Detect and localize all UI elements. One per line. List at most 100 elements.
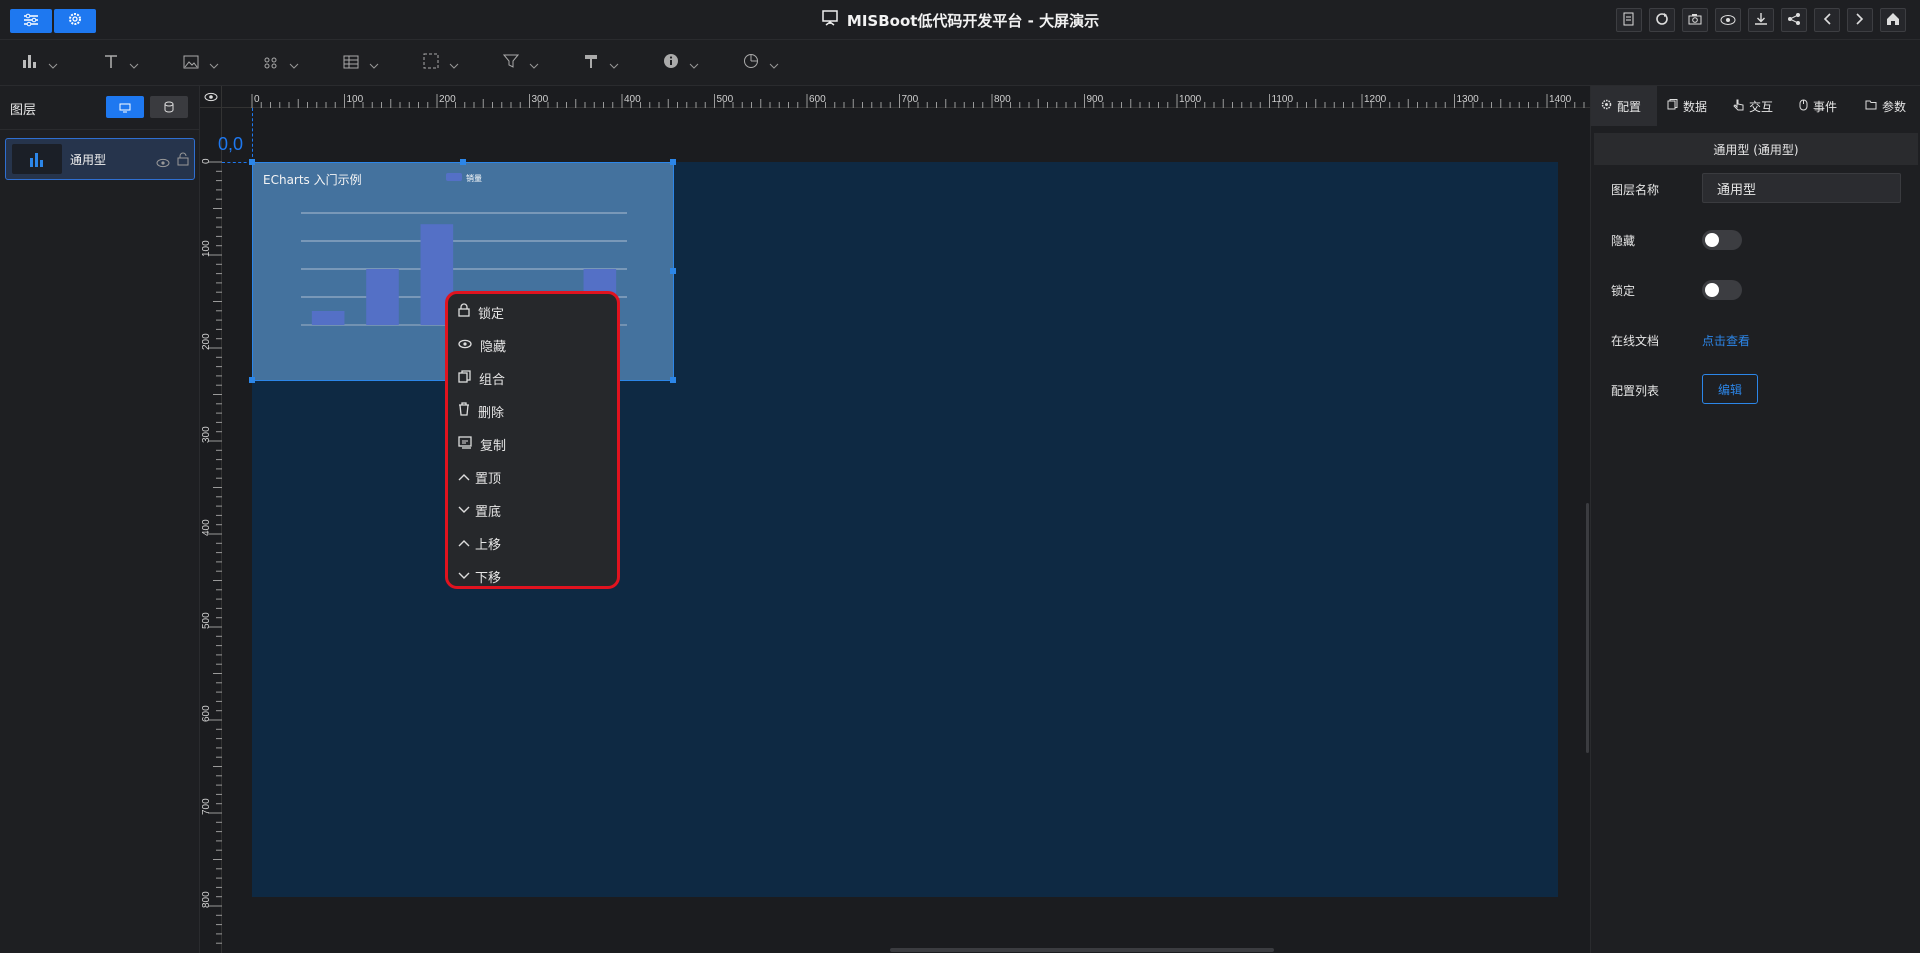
ruler-label: 100 — [347, 94, 364, 105]
menu-item-move-down[interactable]: 下移 — [458, 563, 608, 589]
menu-item-label: 组合 — [479, 372, 506, 388]
border-frame-icon — [423, 53, 439, 73]
ruler-label: 900 — [1087, 94, 1104, 105]
settings-gear-button[interactable] — [54, 9, 96, 33]
ruler-visibility-toggle[interactable] — [200, 86, 222, 108]
hide-toggle[interactable] — [1702, 230, 1742, 250]
menu-item-bring-to-top[interactable]: 置顶 — [458, 464, 608, 490]
unlock-icon[interactable] — [177, 151, 189, 170]
menu-item-move-up[interactable]: 上移 — [458, 530, 608, 556]
ruler-top-ticks: 0 100 200 300 400 500 600 700 800 900 1000 1100 1200… — [251, 94, 1585, 108]
preview-button[interactable] — [1715, 8, 1741, 32]
ruler-label: 0 — [254, 94, 260, 105]
component-grid-tool[interactable] — [251, 40, 311, 86]
ruler-label: 700 — [201, 798, 212, 815]
tab-params[interactable]: 参数 — [1855, 86, 1916, 126]
chart-icon — [22, 53, 38, 73]
eye-icon[interactable] — [156, 153, 170, 172]
component-grid-icon — [263, 54, 279, 73]
lock-toggle[interactable] — [1702, 280, 1742, 300]
context-menu: 锁定 隐藏 组合 删除 复制 置顶 置底 上移 下移 — [445, 291, 620, 589]
tab-interaction[interactable]: 交互 — [1723, 86, 1783, 126]
menu-item-lock[interactable]: 锁定 — [458, 299, 608, 325]
ruler-label: 400 — [201, 519, 212, 536]
menu-item-hide[interactable]: 隐藏 — [458, 332, 608, 358]
tab-events[interactable]: 事件 — [1789, 86, 1847, 126]
menu-item-group[interactable]: 组合 — [458, 365, 608, 391]
bar-chart-icon — [12, 144, 62, 174]
component-toolbar — [0, 40, 1920, 124]
ruler-left[interactable]: 0 100 200 300 400 500 600 700 800 — [200, 108, 222, 953]
eye-icon — [1720, 11, 1736, 30]
tab-label: 配置 — [1617, 99, 1642, 114]
monitor-icon — [119, 98, 131, 117]
menu-item-label: 锁定 — [478, 306, 505, 322]
camera-icon — [1688, 11, 1702, 30]
image-icon — [183, 54, 199, 73]
layer-name-input[interactable]: 通用型 — [1702, 173, 1901, 203]
hammer-tool[interactable] — [571, 40, 631, 86]
download-button[interactable] — [1748, 8, 1774, 32]
chevron-down-icon — [449, 54, 459, 73]
layer-view-data-button[interactable] — [150, 96, 188, 118]
ruler-label: 1100 — [1272, 94, 1294, 105]
home-button[interactable] — [1880, 8, 1906, 32]
tab-label: 交互 — [1749, 99, 1774, 114]
text-tool[interactable] — [91, 40, 151, 86]
chevron-right-icon — [1855, 11, 1865, 30]
settings-sliders-button[interactable] — [10, 9, 52, 33]
ruler-label: 1000 — [1179, 94, 1202, 105]
undo-button[interactable] — [1814, 8, 1840, 32]
hide-label: 隐藏 — [1611, 234, 1636, 248]
share-button[interactable] — [1781, 8, 1807, 32]
clock-tool[interactable] — [731, 40, 791, 86]
layers-header: 图层 — [0, 86, 200, 130]
canvas-horizontal-scrollbar[interactable] — [890, 948, 1274, 952]
chevron-down-icon — [289, 54, 299, 73]
edit-config-button[interactable]: 编辑 — [1702, 374, 1758, 404]
hammer-icon — [583, 53, 599, 73]
ruler-label: 100 — [201, 240, 212, 257]
canvas-vertical-scrollbar[interactable] — [1586, 503, 1589, 753]
resize-handle-ne[interactable] — [670, 159, 676, 165]
ruler-label: 500 — [717, 94, 734, 105]
layer-view-screen-button[interactable] — [106, 96, 144, 118]
resize-handle-e[interactable] — [670, 268, 676, 274]
home-icon — [1886, 11, 1900, 30]
chart-tool[interactable] — [10, 40, 70, 86]
screenshot-button[interactable] — [1682, 8, 1708, 32]
chevron-left-icon — [1822, 11, 1832, 30]
folder-icon — [1865, 99, 1877, 113]
redo-button[interactable] — [1847, 8, 1873, 32]
resize-handle-sw[interactable] — [249, 377, 255, 383]
chevron-up-icon — [458, 536, 470, 551]
ruler-top[interactable]: 0 100 200 300 400 500 600 700 800 900 1000 1100 1200… — [222, 86, 1590, 108]
bar — [366, 269, 399, 325]
image-tool[interactable] — [171, 40, 231, 86]
online-doc-link[interactable]: 点击查看 — [1702, 332, 1750, 349]
border-tool[interactable] — [411, 40, 471, 86]
menu-item-delete[interactable]: 删除 — [458, 398, 608, 424]
chevron-down-icon — [769, 54, 779, 73]
layer-item[interactable]: 通用型 — [5, 138, 195, 180]
filter-tool[interactable] — [491, 40, 551, 86]
refresh-button[interactable] — [1649, 8, 1675, 32]
resize-handle-se[interactable] — [670, 377, 676, 383]
gear-icon — [67, 11, 83, 31]
resize-handle-nw[interactable] — [249, 159, 255, 165]
table-tool[interactable] — [331, 40, 391, 86]
tab-config[interactable]: 配置 — [1591, 86, 1657, 126]
info-tool[interactable] — [651, 40, 711, 86]
resize-handle-n[interactable] — [460, 159, 466, 165]
database-icon — [164, 98, 174, 117]
ruler-label: 0 — [201, 158, 212, 164]
edit-doc-button[interactable] — [1616, 8, 1642, 32]
ruler-label: 200 — [201, 333, 212, 350]
legend-label: 销量 — [466, 173, 482, 183]
menu-item-send-to-bottom[interactable]: 置底 — [458, 497, 608, 523]
menu-item-copy[interactable]: 复制 — [458, 431, 608, 457]
legend-swatch — [446, 173, 462, 181]
ruler-label: 800 — [994, 94, 1011, 105]
tab-data[interactable]: 数据 — [1657, 86, 1717, 126]
download-icon — [1754, 11, 1768, 30]
